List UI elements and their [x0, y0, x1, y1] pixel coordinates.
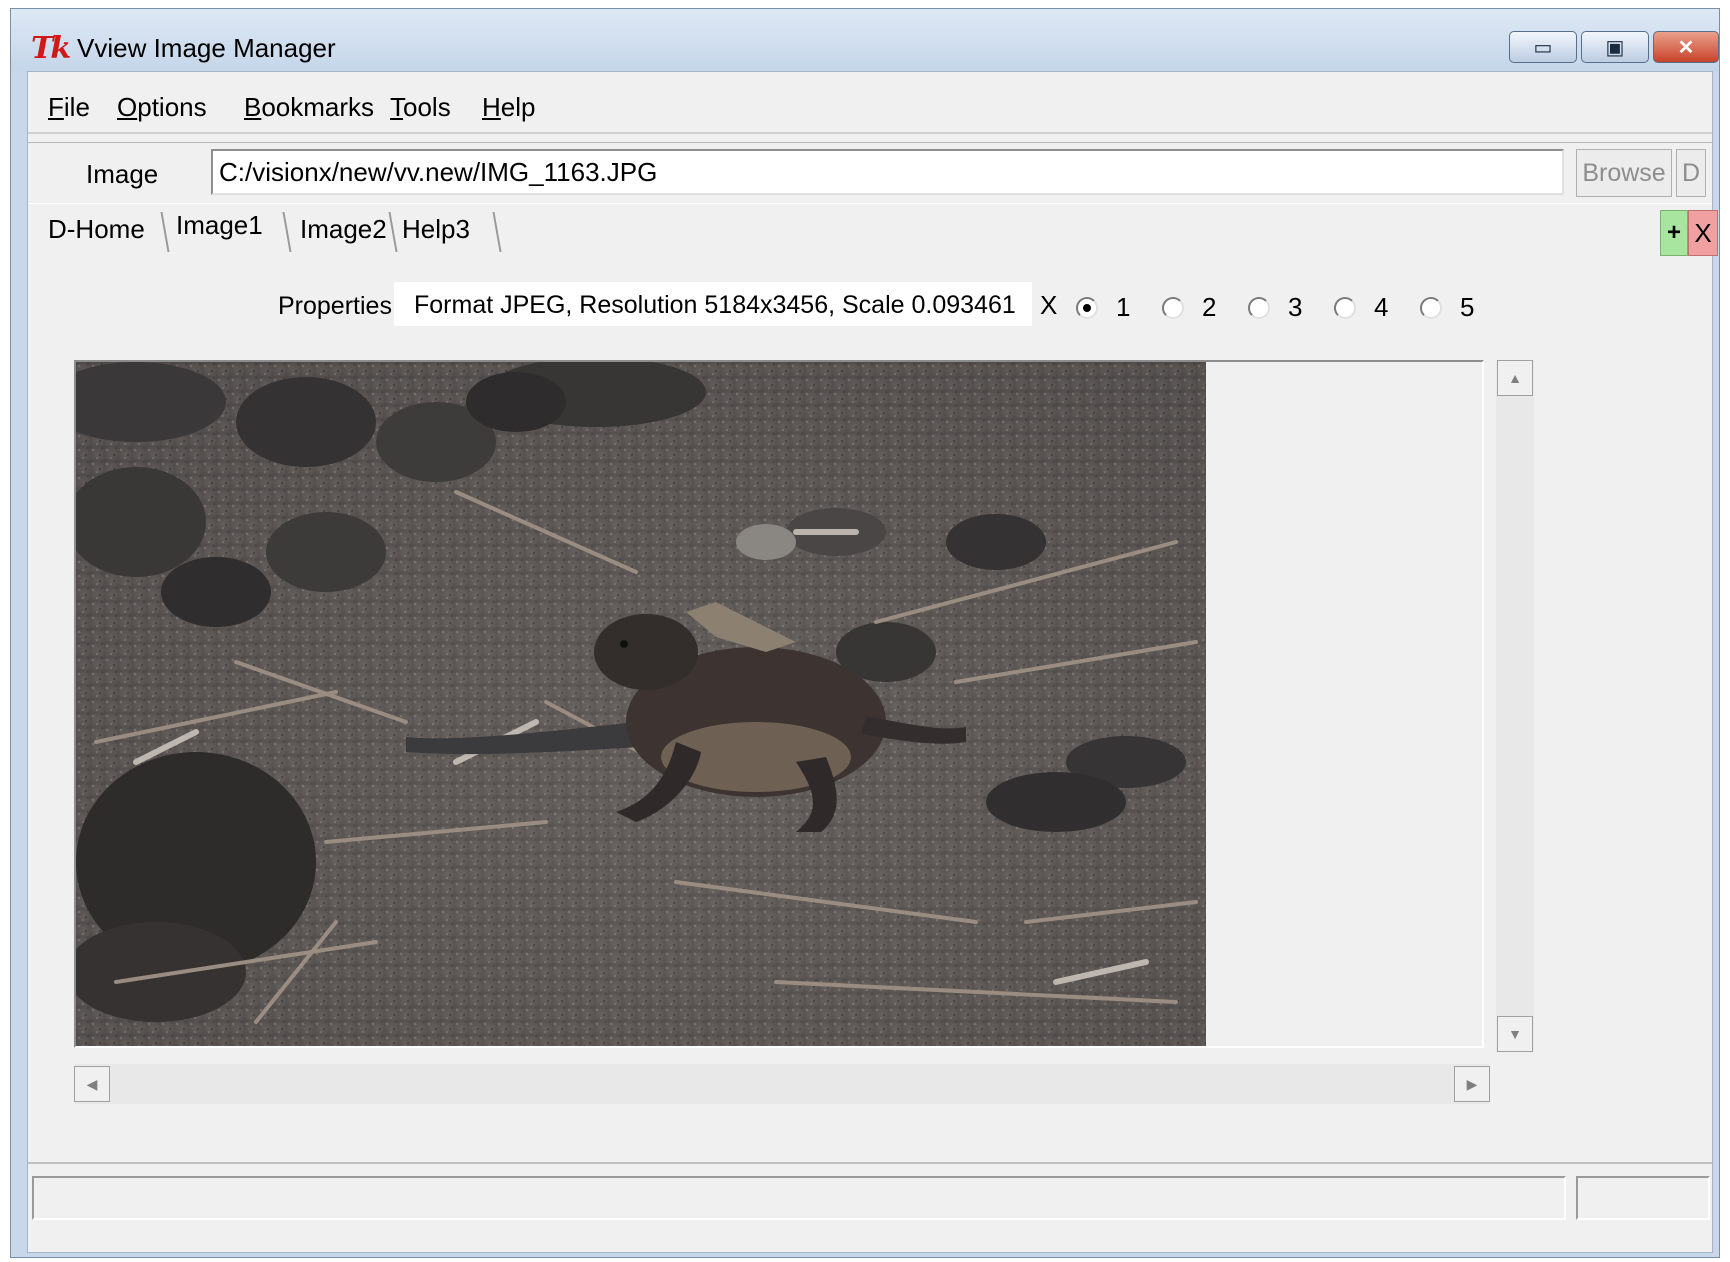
title-bar[interactable]: Tk Vview Image Manager ▭ ▣ ✕ — [11, 9, 1719, 71]
menu-file[interactable]: File — [48, 92, 90, 123]
menu-bar: File Options Bookmarks Tools Help — [28, 72, 1712, 134]
status-side-field — [1576, 1176, 1710, 1220]
status-bar — [28, 1162, 1712, 1254]
scroll-up-button[interactable]: ▲ — [1497, 360, 1533, 396]
horizontal-scrollbar[interactable]: ◀ ▶ — [74, 1064, 1490, 1104]
client-area: File Options Bookmarks Tools Help Image … — [27, 71, 1718, 1254]
tab-separator — [282, 212, 302, 252]
menu-options[interactable]: Options — [117, 92, 207, 123]
menu-tools[interactable]: Tools — [390, 92, 451, 123]
add-tab-button[interactable]: + — [1660, 210, 1688, 256]
tab-d-home[interactable]: D-Home — [48, 214, 145, 245]
radio-circle — [1420, 296, 1442, 319]
window-title: Vview Image Manager — [77, 33, 336, 63]
zoom-radio-5[interactable]: 5 — [1420, 292, 1474, 323]
maximize-icon: ▣ — [1605, 36, 1625, 59]
vertical-scrollbar[interactable]: ▲ ▼ — [1496, 360, 1534, 1052]
scroll-down-button[interactable]: ▼ — [1497, 1016, 1533, 1052]
image-path-row: Image C:/visionx/new/vv.new/IMG_1163.JPG… — [28, 142, 1712, 204]
tab-separator — [492, 212, 512, 252]
iguana-photo — [76, 362, 1206, 1046]
zoom-radio-2[interactable]: 2 — [1162, 292, 1216, 323]
properties-x-label: X — [1040, 290, 1058, 320]
radio-circle — [1248, 296, 1270, 319]
properties-value: Format JPEG, Resolution 5184x3456, Scale… — [394, 282, 1032, 326]
arrow-down-icon: ▼ — [1508, 1026, 1522, 1042]
maximize-button[interactable]: ▣ — [1581, 31, 1649, 63]
scroll-left-button[interactable]: ◀ — [74, 1066, 110, 1102]
properties-label: Properties — [278, 292, 392, 320]
image-label: Image — [86, 159, 159, 189]
radio-circle — [1162, 296, 1184, 319]
app-window: Tk Vview Image Manager ▭ ▣ ✕ File Option… — [10, 8, 1720, 1258]
minimize-button[interactable]: ▭ — [1509, 31, 1577, 63]
tab-help3[interactable]: Help3 — [402, 214, 470, 245]
image-canvas[interactable] — [74, 360, 1484, 1048]
menu-bookmarks[interactable]: Bookmarks — [244, 92, 374, 123]
tk-logo-icon: Tk — [31, 31, 71, 66]
radio-circle — [1076, 296, 1098, 319]
menu-help[interactable]: Help — [482, 92, 535, 123]
tab-image1[interactable]: Image1 — [176, 210, 263, 241]
tab-image2[interactable]: Image2 — [300, 214, 387, 245]
zoom-radio-3[interactable]: 3 — [1248, 292, 1302, 323]
image-path-input[interactable]: C:/visionx/new/vv.new/IMG_1163.JPG — [211, 149, 1564, 195]
zoom-radio-1[interactable]: 1 — [1076, 292, 1130, 323]
close-button[interactable]: ✕ — [1653, 31, 1719, 63]
status-message — [32, 1176, 1566, 1220]
arrow-up-icon: ▲ — [1508, 370, 1522, 386]
radio-circle — [1334, 296, 1356, 319]
scroll-right-button[interactable]: ▶ — [1454, 1066, 1490, 1102]
d-button[interactable]: D — [1676, 149, 1706, 197]
arrow-right-icon: ▶ — [1466, 1075, 1478, 1092]
zoom-radio-4[interactable]: 4 — [1334, 292, 1388, 323]
close-tab-button[interactable]: X — [1688, 210, 1718, 256]
close-icon: ✕ — [1677, 36, 1695, 59]
arrow-left-icon: ◀ — [86, 1075, 98, 1092]
image-panel: Properties Format JPEG, Resolution 5184x… — [28, 256, 1712, 1116]
tab-bar: D-Home Image1 Image2 Help3 + X — [28, 204, 1718, 256]
browse-button[interactable]: Browse — [1576, 149, 1672, 197]
minimize-icon: ▭ — [1533, 36, 1553, 59]
